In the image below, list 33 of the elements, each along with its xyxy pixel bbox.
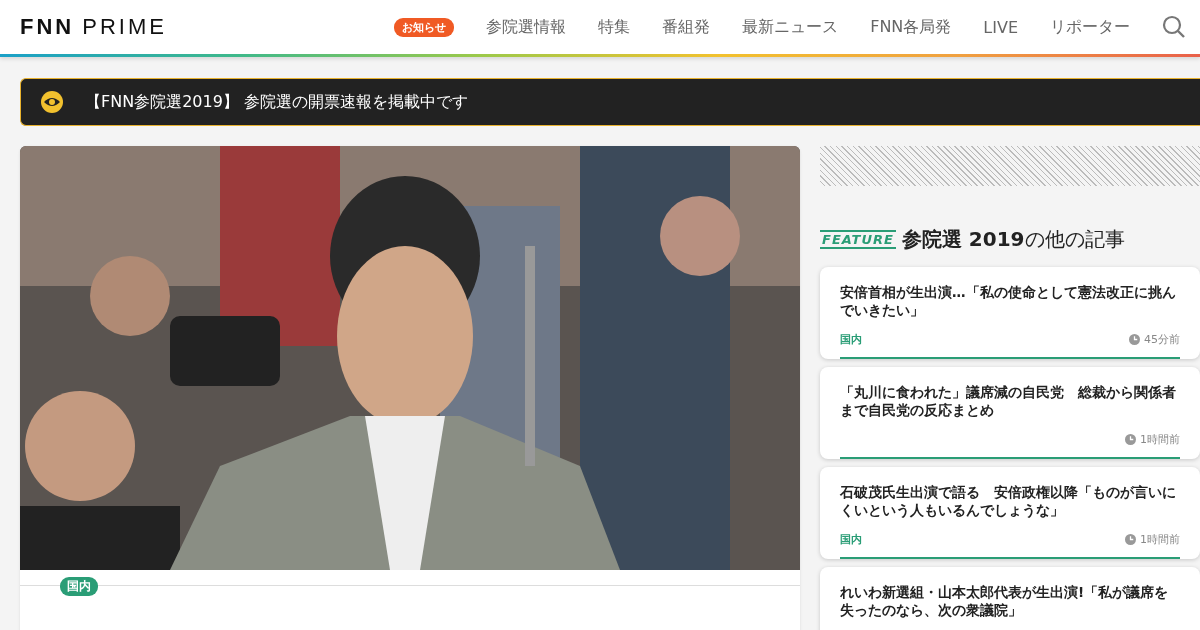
section-heading: 参院選 2019の他の記事 bbox=[901, 226, 1125, 253]
clock-icon bbox=[1125, 434, 1136, 445]
category-label: 国内 bbox=[840, 332, 862, 347]
clock-icon bbox=[1125, 534, 1136, 545]
notice-badge[interactable]: お知らせ bbox=[394, 17, 455, 37]
nav-link[interactable]: 番組発 bbox=[662, 16, 711, 38]
article-card[interactable]: 「丸川に食われた」議席減の自民党 総裁から関係者まで自民党の反応まとめ 1時間前 bbox=[820, 367, 1200, 459]
time-label: 45分前 bbox=[1144, 332, 1180, 347]
notice-banner[interactable]: 【FNN参院選2019】 参院選の開票速報を掲載中です bbox=[20, 78, 1200, 126]
site-logo[interactable]: FNN PRIME bbox=[20, 14, 167, 40]
eye-icon bbox=[41, 91, 63, 113]
category-label: 国内 bbox=[840, 532, 862, 547]
article-title: 安倍首相が生出演…「私の使命として憲法改正に挑んでいきたい」 bbox=[840, 283, 1177, 319]
search-icon[interactable] bbox=[1162, 15, 1186, 39]
article-card[interactable]: 石破茂氏生出演で語る 安倍政権以降「ものが言いにくいという人もいるんでしょうな」 国内 1時間前 bbox=[820, 467, 1200, 559]
article-card[interactable]: 安倍首相が生出演…「私の使命として憲法改正に挑んでいきたい」 国内 45分前 bbox=[820, 267, 1200, 359]
clock-icon bbox=[1129, 334, 1140, 345]
nav-link[interactable]: 参院選情報 bbox=[486, 16, 567, 38]
time-label: 1時間前 bbox=[1140, 432, 1180, 447]
nav-link[interactable]: 特集 bbox=[598, 16, 631, 38]
nav-link[interactable]: LIVE bbox=[983, 17, 1018, 37]
article-title: 「丸川に食われた」議席減の自民党 総裁から関係者まで自民党の反応まとめ bbox=[840, 383, 1177, 419]
nav-link[interactable]: FNN各局発 bbox=[870, 16, 952, 38]
article-title: 石破茂氏生出演で語る 安倍政権以降「ものが言いにくいという人もいるんでしょうな」 bbox=[840, 483, 1177, 519]
banner-text: 【FNN参院選2019】 参院選の開票速報を掲載中です bbox=[85, 91, 468, 113]
category-tag: 国内 bbox=[60, 577, 98, 596]
article-card[interactable]: 国内 bbox=[20, 146, 800, 630]
feature-label: FEATURE bbox=[820, 230, 896, 249]
nav-link[interactable]: 最新ニュース bbox=[742, 16, 839, 38]
article-title: れいわ新選組・山本太郎代表が生出演!「私が議席を失ったのなら、次の衆議院」 bbox=[840, 583, 1170, 619]
time-label: 1時間前 bbox=[1140, 532, 1180, 547]
nav-link[interactable]: リポーター bbox=[1050, 16, 1130, 38]
article-card[interactable]: れいわ新選組・山本太郎代表が生出演!「私が議席を失ったのなら、次の衆議院」 bbox=[820, 567, 1200, 630]
